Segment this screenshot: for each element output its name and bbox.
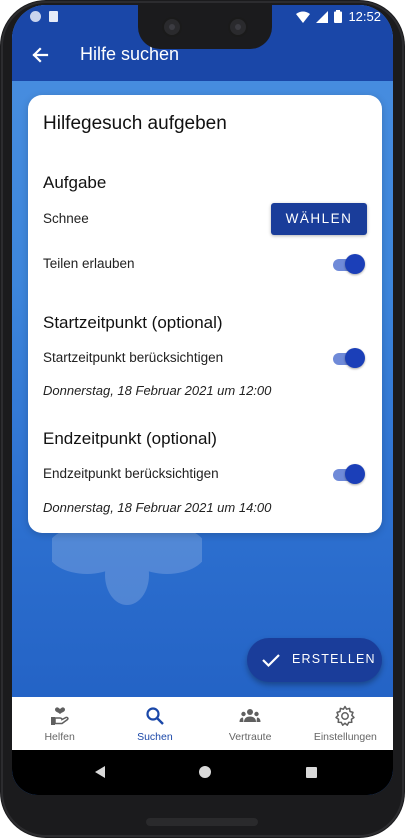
create-button[interactable]: ERSTELLEN bbox=[247, 638, 382, 682]
nav-item-suchen[interactable]: Suchen bbox=[107, 697, 202, 750]
switch-thumb bbox=[345, 254, 365, 274]
front-camera bbox=[162, 17, 182, 37]
front-sensor bbox=[228, 17, 248, 37]
start-heading: Startzeitpunkt (optional) bbox=[43, 313, 223, 332]
system-navigation-bar bbox=[12, 750, 393, 795]
phone-frame: 12:52 Hilfe suchen Hilfegesuch aufgeben … bbox=[0, 0, 405, 838]
share-toggle[interactable] bbox=[333, 254, 365, 276]
system-recents-icon[interactable] bbox=[306, 767, 317, 778]
switch-thumb bbox=[345, 464, 365, 484]
start-toggle[interactable] bbox=[333, 348, 365, 370]
nav-item-helfen[interactable]: Helfen bbox=[12, 697, 107, 750]
gear-icon bbox=[335, 705, 356, 726]
arrow-back-icon bbox=[32, 47, 49, 63]
battery-icon bbox=[334, 10, 343, 23]
start-date[interactable]: Donnerstag, 18 Februar 2021 um 12:00 bbox=[43, 383, 271, 398]
system-back-icon[interactable] bbox=[94, 766, 106, 778]
help-request-card: Hilfegesuch aufgeben Aufgabe Schnee WÄHL… bbox=[28, 95, 382, 533]
create-button-label: ERSTELLEN bbox=[292, 652, 376, 666]
nav-label: Suchen bbox=[137, 731, 173, 743]
people-icon bbox=[239, 709, 261, 722]
share-label: Teilen erlauben bbox=[43, 256, 135, 271]
end-toggle[interactable] bbox=[333, 464, 365, 486]
screen: 12:52 Hilfe suchen Hilfegesuch aufgeben … bbox=[12, 5, 393, 795]
signal-icon bbox=[316, 10, 329, 23]
switch-thumb bbox=[345, 348, 365, 368]
end-date[interactable]: Donnerstag, 18 Februar 2021 um 14:00 bbox=[43, 500, 271, 515]
start-toggle-label: Startzeitpunkt berücksichtigen bbox=[43, 350, 224, 365]
helping-hand-icon bbox=[50, 707, 69, 725]
search-icon bbox=[146, 707, 164, 725]
nav-label: Helfen bbox=[44, 731, 75, 743]
choose-task-button[interactable]: WÄHLEN bbox=[271, 203, 367, 235]
nav-item-vertraute[interactable]: Vertraute bbox=[203, 697, 298, 750]
nav-label: Vertraute bbox=[228, 731, 272, 743]
status-time: 12:52 bbox=[348, 9, 381, 24]
card-title: Hilfegesuch aufgeben bbox=[43, 113, 227, 134]
back-button[interactable] bbox=[26, 41, 54, 69]
sd-card-icon bbox=[49, 11, 58, 22]
end-heading: Endzeitpunkt (optional) bbox=[43, 429, 217, 448]
end-toggle-label: Endzeitpunkt berücksichtigen bbox=[43, 466, 219, 481]
wifi-icon bbox=[296, 11, 311, 23]
notification-icon bbox=[30, 11, 41, 22]
bottom-speaker bbox=[146, 818, 258, 826]
system-home-icon[interactable] bbox=[199, 766, 211, 778]
camera-notch bbox=[138, 5, 272, 49]
check-icon bbox=[262, 654, 280, 668]
nav-item-einstellungen[interactable]: Einstellungen bbox=[298, 697, 393, 750]
bottom-navigation: Helfen Suchen Vertraute Einstellungen bbox=[12, 697, 393, 750]
nav-label: Einstellungen bbox=[313, 731, 377, 743]
task-value: Schnee bbox=[43, 211, 89, 226]
task-heading: Aufgabe bbox=[43, 173, 107, 192]
